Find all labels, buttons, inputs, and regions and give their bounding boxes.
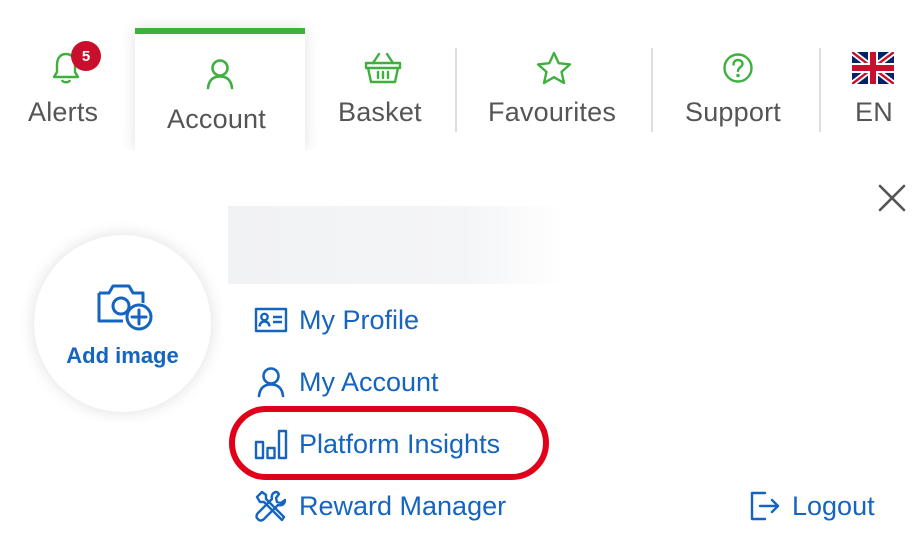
- add-image-button[interactable]: Add image: [34, 235, 211, 412]
- nav-basket[interactable]: Basket: [330, 0, 436, 150]
- uk-flag-icon: [852, 50, 894, 86]
- top-nav: 5 Alerts Account Basket Favourites Suppo…: [0, 0, 916, 150]
- menu-my-profile-label: My Profile: [299, 304, 420, 335]
- nav-support[interactable]: Support: [676, 0, 800, 150]
- nav-favourites[interactable]: Favourites: [478, 0, 632, 150]
- user-icon: [205, 56, 235, 92]
- nav-basket-label: Basket: [338, 97, 422, 127]
- nav-alerts-label: Alerts: [28, 97, 99, 127]
- alerts-count-badge: 5: [71, 41, 101, 71]
- menu-my-account-label: My Account: [299, 366, 439, 397]
- nav-account-label: Account: [167, 104, 266, 134]
- star-icon: [535, 50, 573, 86]
- user-icon: [253, 364, 289, 400]
- help-circle-icon: [721, 50, 755, 86]
- tools-icon: [253, 488, 289, 524]
- nav-divider: [651, 48, 653, 132]
- add-photo-icon: [96, 281, 154, 336]
- basket-icon: [363, 50, 403, 86]
- menu-platform-insights-label: Platform Insights: [299, 428, 501, 459]
- menu-reward-manager-label: Reward Manager: [299, 490, 507, 521]
- profile-card-icon: [253, 302, 289, 338]
- nav-language[interactable]: EN: [840, 0, 910, 150]
- logout-label: Logout: [792, 490, 875, 521]
- close-icon[interactable]: [876, 182, 908, 214]
- user-name-placeholder: [228, 206, 566, 284]
- nav-account[interactable]: Account: [135, 28, 305, 150]
- bar-chart-icon: [253, 426, 289, 462]
- nav-language-label: EN: [855, 97, 893, 127]
- menu-my-profile[interactable]: My Profile: [253, 300, 419, 340]
- nav-divider: [455, 48, 457, 132]
- nav-favourites-label: Favourites: [488, 97, 617, 127]
- nav-divider: [819, 48, 821, 132]
- nav-support-label: Support: [685, 97, 781, 127]
- add-image-label: Add image: [66, 343, 179, 368]
- menu-my-account[interactable]: My Account: [253, 362, 439, 402]
- menu-reward-manager[interactable]: Reward Manager: [253, 486, 506, 526]
- menu-platform-insights[interactable]: Platform Insights: [253, 424, 500, 464]
- nav-alerts[interactable]: 5 Alerts: [18, 0, 112, 150]
- logout-icon: [748, 488, 782, 524]
- bell-icon: 5: [51, 41, 101, 86]
- logout-button[interactable]: Logout: [748, 486, 875, 526]
